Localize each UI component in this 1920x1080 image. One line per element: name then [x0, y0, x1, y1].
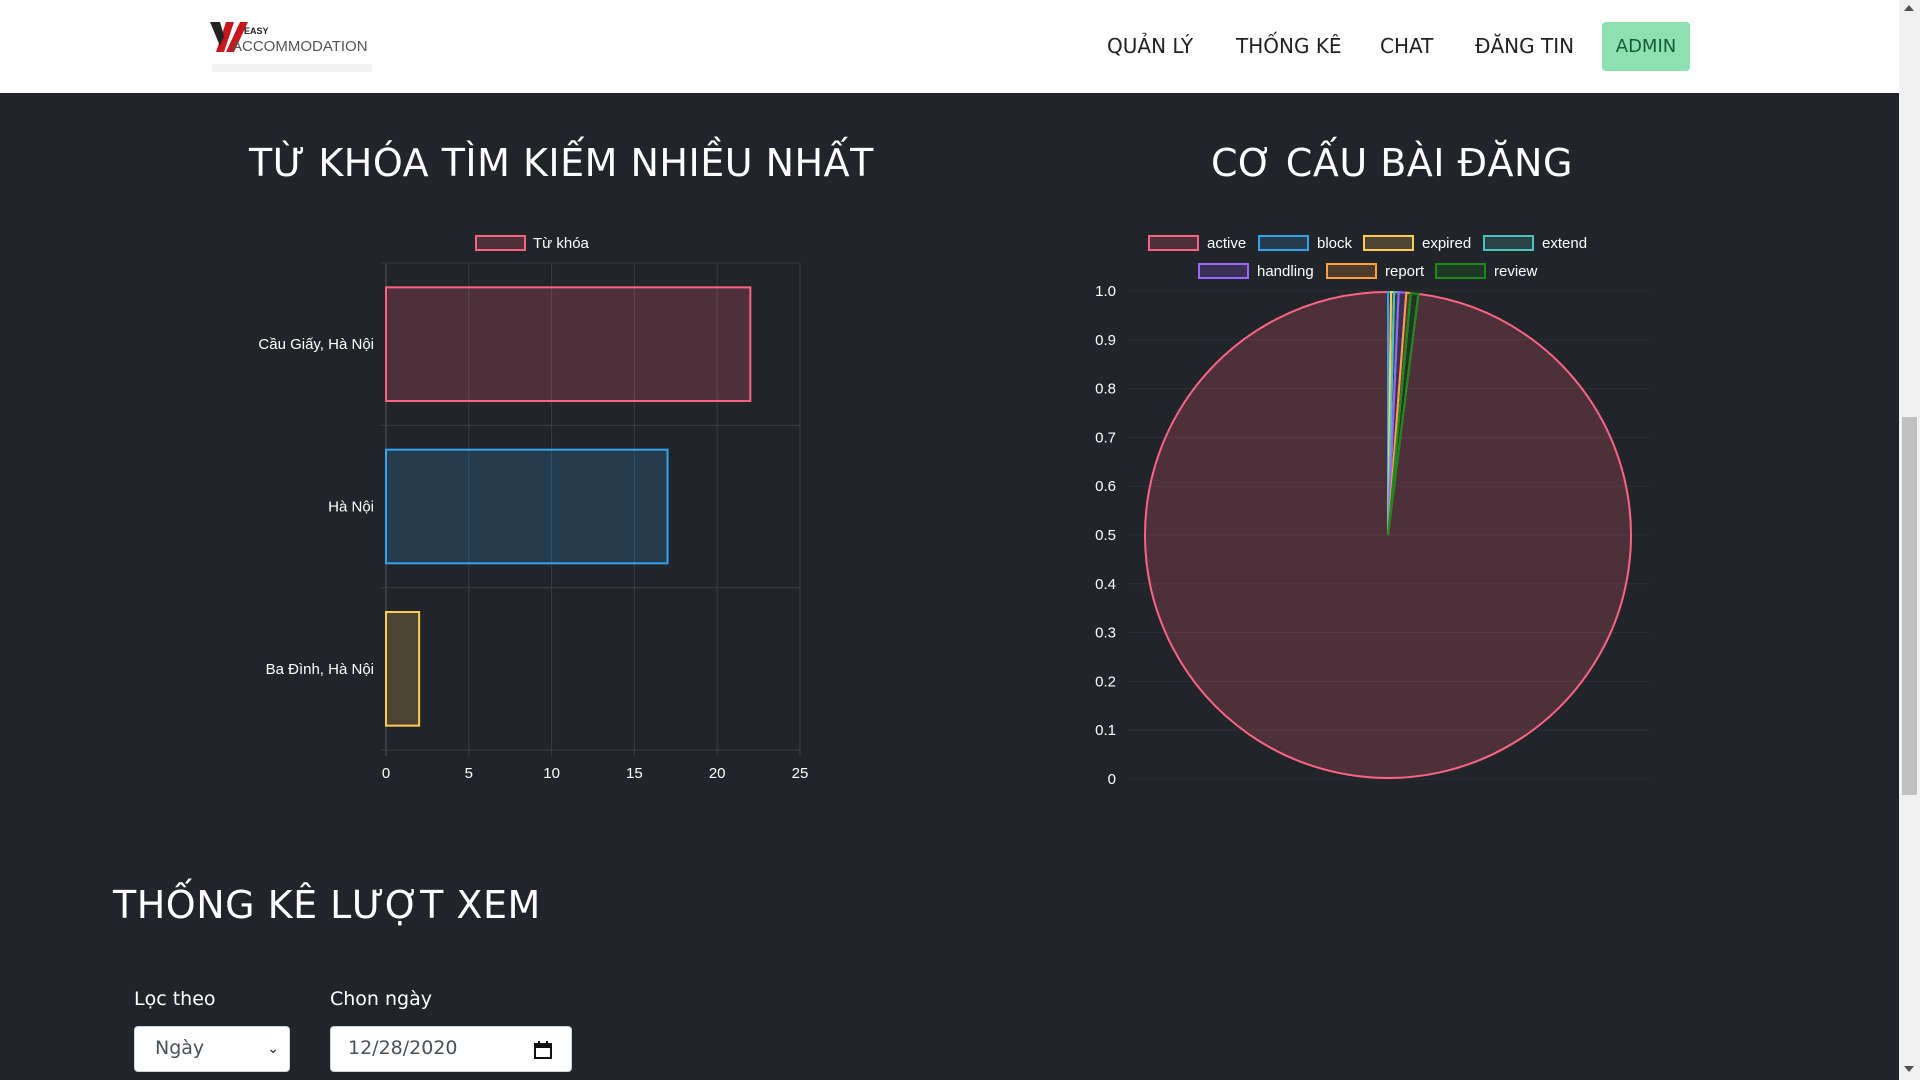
date-label: Chon ngày: [330, 988, 433, 1010]
bar-x-tick-label: 25: [792, 765, 809, 782]
pie-y-tick-label: 0: [1108, 771, 1116, 788]
pie-legend-label: active: [1207, 235, 1246, 252]
pie-y-tick-label: 0.4: [1095, 576, 1116, 593]
pie-legend-swatch: [1198, 263, 1249, 279]
pie-legend-label: block: [1317, 235, 1353, 252]
pie-y-tick-label: 0.7: [1095, 429, 1116, 446]
pie-legend-swatch: [1148, 235, 1199, 251]
bar: [385, 448, 669, 565]
filter-by-select[interactable]: Ngày ⌄: [134, 1026, 290, 1072]
chevron-down-icon: ⌄: [267, 1041, 279, 1057]
bar-category-label: Cầu Giấy, Hà Nội: [258, 336, 374, 353]
bar: [385, 286, 752, 402]
pie-y-tick-label: 0.8: [1095, 381, 1116, 398]
bar-legend-swatch: [475, 235, 526, 251]
pie-y-tick-label: 0.3: [1095, 625, 1116, 642]
calendar-icon[interactable]: [533, 1040, 553, 1060]
bar-category-label: Hà Nội: [328, 499, 374, 516]
pie-legend-label: handling: [1257, 263, 1314, 280]
pie-legend-swatch: [1435, 263, 1486, 279]
scrollbar-thumb[interactable]: [1902, 417, 1917, 795]
pie-legend-label: report: [1385, 263, 1425, 280]
filter-by-label: Lọc theo: [134, 988, 216, 1010]
date-value: 12/28/2020: [348, 1037, 458, 1059]
pie-legend-label: review: [1494, 263, 1538, 280]
bar-legend-label: Từ khóa: [533, 235, 590, 252]
pie-legend-swatch: [1483, 235, 1534, 251]
scroll-up-arrow-icon[interactable]: [1904, 5, 1914, 11]
pie-y-tick-label: 0.6: [1095, 478, 1116, 495]
pie-y-tick-label: 0.1: [1095, 722, 1116, 739]
pie-y-tick-label: 1.0: [1095, 283, 1116, 300]
bar-x-tick-label: 5: [465, 765, 473, 782]
pie-legend-label: extend: [1542, 235, 1587, 252]
date-input[interactable]: 12/28/2020: [330, 1026, 572, 1072]
bar-x-tick-label: 20: [709, 765, 726, 782]
bar-x-tick-label: 15: [626, 765, 643, 782]
pie-legend-label: expired: [1422, 235, 1471, 252]
pie-legend-swatch: [1326, 263, 1377, 279]
pie-y-tick-label: 0.2: [1095, 673, 1116, 690]
pie-legend-swatch: [1258, 235, 1309, 251]
filter-by-value: Ngày: [155, 1037, 205, 1059]
bar-x-tick-label: 10: [543, 765, 560, 782]
pie-y-tick-label: 0.5: [1095, 527, 1116, 544]
charts-layer: 0 5 10 15 20 25 Cầu Giấy, Hà Nội Hà Nội Ba Đình,…: [258, 235, 1650, 788]
bar-x-tick-label: 0: [382, 765, 390, 782]
scroll-down-arrow-icon[interactable]: [1904, 1066, 1914, 1072]
pie-y-tick-label: 0.9: [1095, 332, 1116, 349]
bar: [385, 611, 421, 727]
pie-legend-swatch: [1363, 235, 1414, 251]
bar-category-label: Ba Đình, Hà Nội: [266, 661, 374, 678]
